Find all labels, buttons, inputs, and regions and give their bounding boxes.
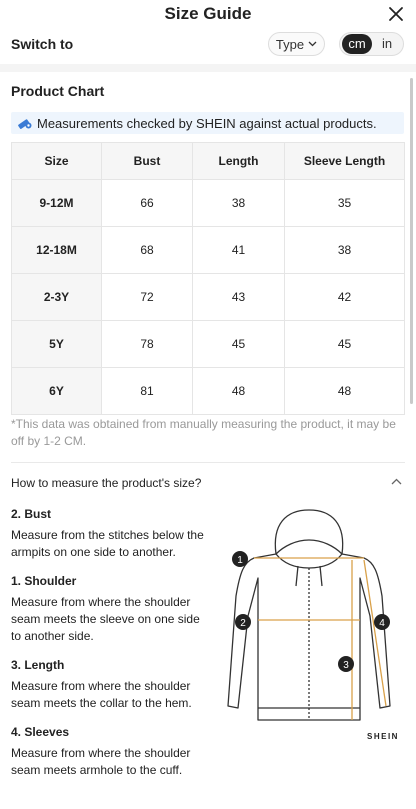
scrollbar[interactable] bbox=[410, 78, 413, 404]
size-table: Size Bust Length Sleeve Length 9-12M 66 … bbox=[11, 142, 405, 415]
step-title: 2. Bust bbox=[11, 507, 52, 521]
sleeve-measure-line bbox=[363, 559, 387, 707]
drawstring-right bbox=[319, 565, 323, 587]
marker-1: 1 bbox=[232, 551, 248, 567]
measure-steps: 2. Bust Measure from the stitches below … bbox=[11, 506, 211, 779]
table-cell: 81 bbox=[101, 367, 193, 415]
table-cell: 12-18M bbox=[11, 226, 102, 274]
header: Size Guide bbox=[0, 0, 416, 28]
svg-text:4: 4 bbox=[379, 618, 385, 629]
table-row: 9-12M 66 38 35 bbox=[11, 179, 405, 227]
measurement-notice: Measurements checked by SHEIN against ac… bbox=[11, 112, 404, 134]
table-cell: 45 bbox=[284, 320, 405, 368]
step-title: 3. Length bbox=[11, 658, 65, 672]
unit-toggle: cm in bbox=[339, 32, 404, 56]
measuring-tape-icon bbox=[18, 119, 32, 129]
svg-text:1: 1 bbox=[237, 555, 243, 566]
column-header: Size bbox=[11, 142, 102, 180]
table-row: 12-18M 68 41 38 bbox=[11, 226, 405, 274]
table-row: 6Y 81 48 48 bbox=[11, 367, 405, 415]
table-cell: 38 bbox=[192, 179, 285, 227]
switch-label: Switch to bbox=[11, 36, 74, 52]
hoodie-diagram: 1 2 3 4 bbox=[227, 509, 391, 721]
marker-3: 3 bbox=[338, 656, 354, 672]
table-cell: 43 bbox=[192, 273, 285, 321]
step-text: Measure from the stitches below the armp… bbox=[11, 528, 204, 559]
step-title: 1. Shoulder bbox=[11, 574, 77, 588]
table-cell: 72 bbox=[101, 273, 193, 321]
marker-4: 4 bbox=[374, 614, 390, 630]
section-separator bbox=[0, 64, 416, 72]
column-header: Length bbox=[192, 142, 285, 180]
table-cell: 66 bbox=[101, 179, 193, 227]
table-cell: 2-3Y bbox=[11, 273, 102, 321]
step-length: 3. Length Measure from where the shoulde… bbox=[11, 657, 211, 712]
unit-in-button[interactable]: in bbox=[375, 34, 399, 54]
table-cell: 45 bbox=[192, 320, 285, 368]
chevron-down-icon bbox=[308, 41, 317, 47]
table-cell: 68 bbox=[101, 226, 193, 274]
step-text: Measure from where the shoulder seam mee… bbox=[11, 679, 192, 710]
table-cell: 38 bbox=[284, 226, 405, 274]
howto-toggle[interactable]: How to measure the product's size? bbox=[11, 476, 201, 490]
notice-text: Measurements checked by SHEIN against ac… bbox=[37, 115, 377, 131]
table-cell: 35 bbox=[284, 179, 405, 227]
svg-text:3: 3 bbox=[343, 660, 349, 671]
table-cell: 6Y bbox=[11, 367, 102, 415]
type-dropdown-label: Type bbox=[275, 36, 305, 52]
step-text: Measure from where the shoulder seam mee… bbox=[11, 595, 200, 643]
column-header: Bust bbox=[101, 142, 193, 180]
product-chart-title: Product Chart bbox=[11, 83, 105, 99]
table-cell: 5Y bbox=[11, 320, 102, 368]
table-row: 2-3Y 72 43 42 bbox=[11, 273, 405, 321]
step-text: Measure from where the shoulder seam mee… bbox=[11, 746, 191, 777]
table-row: 5Y 78 45 45 bbox=[11, 320, 405, 368]
brand-logo: SHEIN bbox=[367, 732, 399, 741]
marker-2: 2 bbox=[235, 614, 251, 630]
type-dropdown[interactable]: Type bbox=[268, 32, 325, 56]
step-bust: 2. Bust Measure from the stitches below … bbox=[11, 506, 211, 561]
table-cell: 41 bbox=[192, 226, 285, 274]
step-shoulder: 1. Shoulder Measure from where the shoul… bbox=[11, 573, 211, 645]
hood-outline bbox=[274, 509, 344, 555]
drawstring-left bbox=[295, 565, 299, 587]
column-header: Sleeve Length bbox=[284, 142, 405, 180]
chevron-up-icon[interactable] bbox=[391, 478, 402, 485]
close-icon[interactable] bbox=[388, 6, 404, 22]
table-cell: 42 bbox=[284, 273, 405, 321]
table-cell: 48 bbox=[192, 367, 285, 415]
table-cell: 78 bbox=[101, 320, 193, 368]
unit-cm-button[interactable]: cm bbox=[342, 34, 372, 54]
switch-bar: Switch to Type cm in bbox=[0, 28, 416, 62]
table-cell: 9-12M bbox=[11, 179, 102, 227]
table-cell: 48 bbox=[284, 367, 405, 415]
measurement-footnote: *This data was obtained from manually me… bbox=[11, 417, 396, 448]
step-sleeves: 4. Sleeves Measure from where the should… bbox=[11, 724, 211, 779]
divider bbox=[11, 462, 405, 463]
page-title: Size Guide bbox=[164, 4, 252, 23]
step-title: 4. Sleeves bbox=[11, 725, 70, 739]
svg-text:2: 2 bbox=[240, 618, 246, 629]
table-header-row: Size Bust Length Sleeve Length bbox=[11, 142, 405, 180]
